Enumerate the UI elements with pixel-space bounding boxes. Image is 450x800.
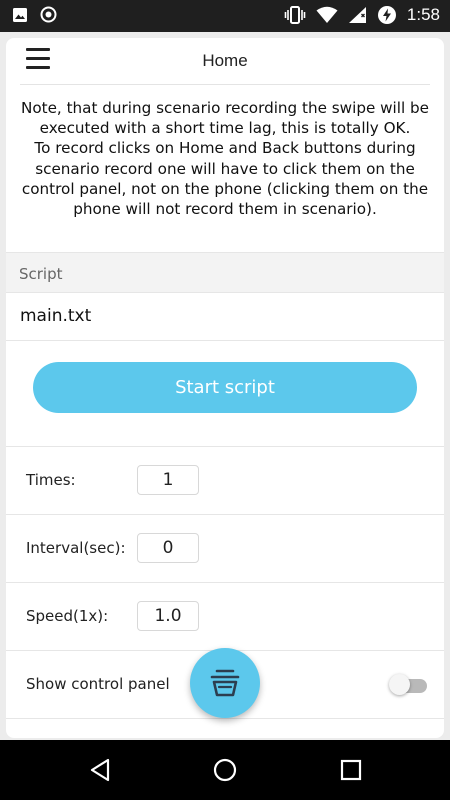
signal-icon xyxy=(348,7,366,23)
page-title: Home xyxy=(202,51,248,70)
times-label: Times: xyxy=(26,471,76,489)
basket-icon xyxy=(210,669,240,697)
image-icon xyxy=(13,7,27,22)
recents-icon[interactable] xyxy=(339,757,363,783)
script-file-name: main.txt xyxy=(20,306,92,326)
toggle-knob xyxy=(389,674,410,695)
note-paragraph-1: Note, that during scenario recording the… xyxy=(20,99,430,138)
back-icon[interactable] xyxy=(88,757,112,783)
record-icon xyxy=(40,6,57,23)
times-row: Times: 1 xyxy=(6,446,444,514)
navigation-bar xyxy=(0,740,450,800)
start-script-button[interactable]: Start script xyxy=(33,362,417,413)
recording-note: Note, that during scenario recording the… xyxy=(6,88,444,219)
wifi-icon xyxy=(316,6,338,23)
note-paragraph-2: To record clicks on Home and Back button… xyxy=(21,139,429,219)
home-icon[interactable] xyxy=(212,757,238,783)
speed-input[interactable]: 1.0 xyxy=(137,601,199,631)
battery-charging-icon xyxy=(377,6,396,24)
bottom-divider-row xyxy=(6,718,444,738)
basket-fab-button[interactable] xyxy=(190,648,260,718)
control-panel-toggle[interactable] xyxy=(389,674,429,695)
script-section-label: Script xyxy=(19,265,63,283)
header-divider xyxy=(20,84,430,85)
speed-label: Speed(1x): xyxy=(26,607,109,625)
app-header: Home xyxy=(6,38,444,88)
main-card: Home Note, that during scenario recordin… xyxy=(6,38,444,738)
times-input[interactable]: 1 xyxy=(137,465,199,495)
interval-row: Interval(sec): 0 xyxy=(6,514,444,582)
interval-input[interactable]: 0 xyxy=(137,533,199,563)
speed-row: Speed(1x): 1.0 xyxy=(6,582,444,650)
interval-label: Interval(sec): xyxy=(26,539,126,557)
control-panel-label: Show control panel xyxy=(26,675,170,693)
script-section-header: Script xyxy=(6,252,444,293)
vibrate-icon xyxy=(284,6,306,24)
clock: 1:58 xyxy=(406,5,440,24)
status-bar: 1:58 xyxy=(0,0,450,32)
script-file-row[interactable]: main.txt xyxy=(6,293,444,341)
